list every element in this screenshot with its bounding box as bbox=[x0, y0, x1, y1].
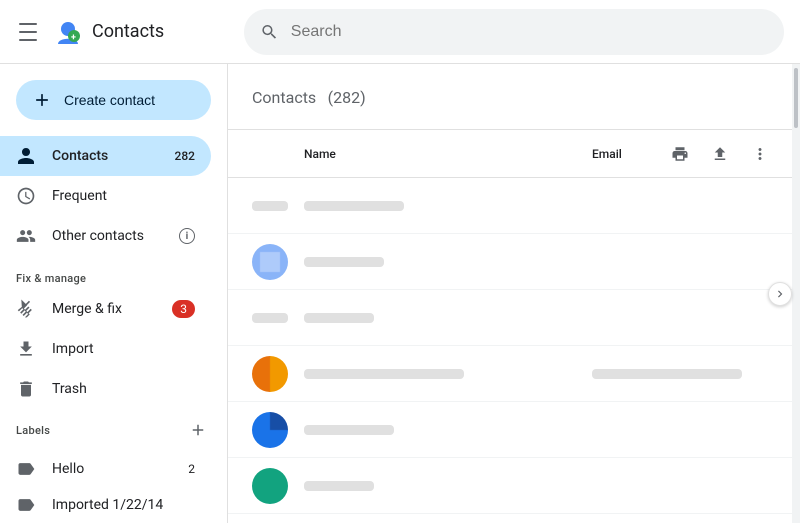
table-row[interactable] bbox=[228, 514, 800, 523]
label-hello-text: Hello bbox=[52, 461, 84, 477]
plus-icon bbox=[32, 90, 52, 110]
print-icon bbox=[671, 145, 689, 163]
table-header: Name Email bbox=[228, 130, 800, 178]
sidebar-import-label: Import bbox=[52, 341, 94, 357]
import-icon bbox=[16, 339, 36, 359]
avatar-area bbox=[252, 244, 304, 280]
sidebar-item-frequent[interactable]: Frequent bbox=[0, 176, 211, 216]
label-hello-badge: 2 bbox=[188, 462, 195, 476]
other-contacts-info-icon[interactable]: i bbox=[179, 228, 195, 244]
fix-manage-section-label: Fix & manage bbox=[0, 256, 227, 289]
labels-section-header: Labels bbox=[0, 409, 227, 451]
contact-name bbox=[304, 257, 592, 267]
scrollbar[interactable] bbox=[792, 64, 800, 523]
app-title: Contacts bbox=[92, 21, 164, 42]
content-title: Contacts (282) bbox=[252, 84, 776, 109]
table-row[interactable] bbox=[228, 290, 800, 346]
content-area: Contacts (282) Name Email bbox=[228, 64, 800, 523]
scrollbar-thumb[interactable] bbox=[794, 68, 798, 128]
contacts-logo-icon: + bbox=[52, 16, 84, 48]
labels-label: Labels bbox=[16, 424, 50, 437]
table-actions bbox=[664, 138, 776, 170]
contact-name bbox=[304, 425, 592, 435]
table-row[interactable] bbox=[228, 346, 800, 402]
sidebar-merge-label: Merge & fix bbox=[52, 301, 122, 317]
sidebar-trash-label: Trash bbox=[52, 381, 87, 397]
table-row[interactable] bbox=[228, 178, 800, 234]
avatar bbox=[252, 468, 288, 504]
sidebar-frequent-label: Frequent bbox=[52, 188, 107, 204]
col-name: Name bbox=[252, 147, 592, 161]
label-item-hello[interactable]: Hello 2 bbox=[0, 451, 211, 487]
avatar bbox=[252, 244, 288, 280]
sidebar-item-merge[interactable]: Merge & fix 3 bbox=[0, 289, 211, 329]
sidebar-other-label: Other contacts bbox=[52, 228, 144, 244]
avatar bbox=[252, 412, 288, 448]
contacts-badge: 282 bbox=[175, 149, 195, 163]
avatar bbox=[252, 356, 288, 392]
avatar bbox=[252, 313, 288, 323]
col-email: Email bbox=[592, 147, 664, 161]
sidebar: Create contact Contacts 282 Frequent Oth… bbox=[0, 64, 228, 523]
merge-badge: 3 bbox=[172, 300, 195, 318]
contact-name bbox=[304, 201, 592, 211]
contact-list bbox=[228, 178, 800, 523]
plus-label-icon bbox=[189, 421, 207, 439]
sidebar-contacts-label: Contacts bbox=[52, 148, 108, 164]
avatar-area bbox=[252, 468, 304, 504]
table-row[interactable] bbox=[228, 402, 800, 458]
wrench-icon bbox=[16, 299, 36, 319]
trash-icon bbox=[16, 379, 36, 399]
contacts-alt-icon bbox=[16, 226, 36, 246]
add-label-button[interactable] bbox=[185, 417, 211, 443]
sidebar-toggle-button[interactable] bbox=[768, 282, 792, 306]
label-item-imported[interactable]: Imported 1/22/14 bbox=[0, 487, 211, 523]
chevron-right-icon bbox=[773, 287, 787, 301]
label-imported-icon bbox=[16, 495, 36, 515]
sidebar-item-import[interactable]: Import bbox=[0, 329, 211, 369]
avatar-area bbox=[252, 201, 304, 211]
topbar: + Contacts bbox=[0, 0, 800, 64]
create-contact-button[interactable]: Create contact bbox=[16, 80, 211, 120]
contact-name bbox=[304, 481, 592, 491]
svg-text:+: + bbox=[71, 33, 76, 43]
search-icon bbox=[260, 22, 279, 42]
export-icon bbox=[711, 145, 729, 163]
print-button[interactable] bbox=[664, 138, 696, 170]
main-layout: Create contact Contacts 282 Frequent Oth… bbox=[0, 64, 800, 523]
label-imported-text: Imported 1/22/14 bbox=[52, 497, 163, 513]
avatar-area bbox=[252, 412, 304, 448]
avatar-area bbox=[252, 313, 304, 323]
clock-icon bbox=[16, 186, 36, 206]
export-button[interactable] bbox=[704, 138, 736, 170]
contact-name bbox=[304, 369, 592, 379]
content-header: Contacts (282) bbox=[228, 64, 800, 130]
sidebar-item-trash[interactable]: Trash bbox=[0, 369, 211, 409]
contact-email bbox=[592, 369, 776, 379]
label-hello-icon bbox=[16, 459, 36, 479]
topbar-left: + Contacts bbox=[16, 16, 244, 48]
more-vert-icon bbox=[751, 145, 769, 163]
search-input[interactable] bbox=[291, 23, 768, 41]
menu-icon[interactable] bbox=[16, 20, 40, 44]
avatar bbox=[252, 201, 288, 211]
search-bar[interactable] bbox=[244, 9, 784, 55]
table-row[interactable] bbox=[228, 234, 800, 290]
avatar-area bbox=[252, 356, 304, 392]
table-row[interactable] bbox=[228, 458, 800, 514]
person-icon bbox=[16, 146, 36, 166]
app-logo: + Contacts bbox=[52, 16, 164, 48]
contact-name bbox=[304, 313, 592, 323]
sidebar-item-contacts[interactable]: Contacts 282 bbox=[0, 136, 211, 176]
more-options-button[interactable] bbox=[744, 138, 776, 170]
sidebar-item-other-contacts[interactable]: Other contacts i bbox=[0, 216, 211, 256]
